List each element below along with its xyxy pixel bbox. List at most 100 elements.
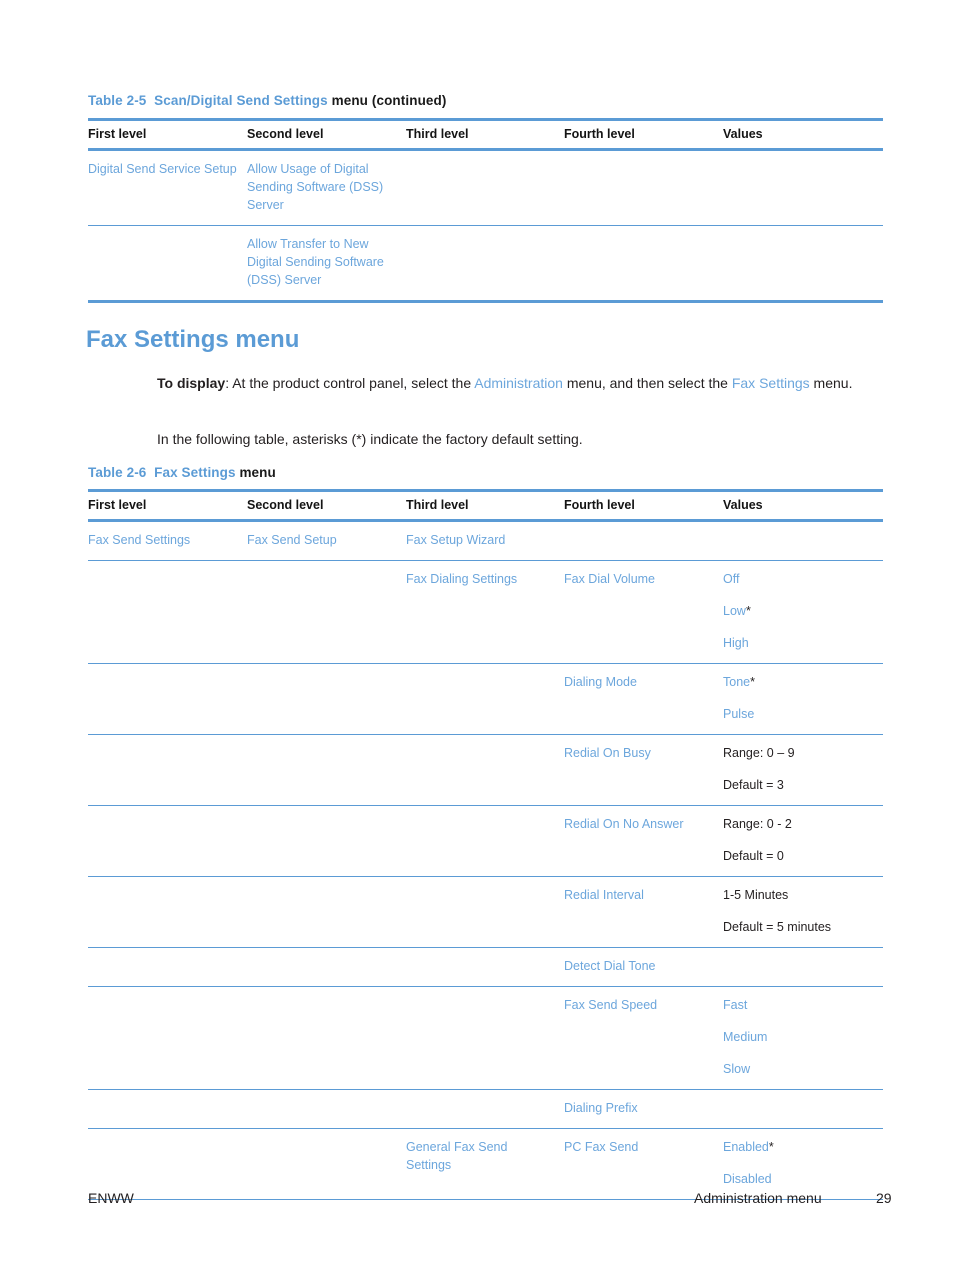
- value-item: Pulse: [723, 707, 755, 721]
- cell-second-level: [247, 1128, 406, 1200]
- cell-first-level: [88, 947, 247, 987]
- value-item: Slow: [723, 1062, 751, 1076]
- page-title: Fax Settings menu: [86, 326, 300, 353]
- fax-settings-table: First level Second level Third level Fou…: [88, 489, 883, 1200]
- to-display-label: To display: [157, 375, 226, 391]
- cell-values: [723, 520, 883, 561]
- to-display-seg3: menu.: [809, 375, 853, 391]
- table-2-5-col-third-level: Third level: [406, 118, 564, 151]
- cell-fourth-level[interactable]: Dialing Prefix: [564, 1089, 723, 1129]
- table-row: Fax Send Settings Fax Send Setup Fax Setup…: [88, 520, 883, 561]
- value-item: Tone*: [723, 675, 755, 689]
- default-asterisk: *: [768, 1140, 774, 1154]
- cell-fourth-level[interactable]: Redial Interval: [564, 876, 723, 948]
- table-2-6-caption-title: Fax Settings: [154, 465, 236, 480]
- administration-menu-link[interactable]: Administration: [474, 375, 563, 391]
- cell-fourth-level: [564, 225, 723, 303]
- cell-values[interactable]: Off Low* High: [723, 560, 883, 664]
- table-row: Allow Transfer to New Digital Sending So…: [88, 225, 883, 303]
- document-page: Table 2-5 Scan/Digital Send Settings men…: [0, 0, 954, 1270]
- cell-values[interactable]: 1-5 Minutes Default = 5 minutes: [723, 876, 883, 948]
- to-display-seg2: menu, and then select the: [562, 375, 732, 391]
- cell-fourth-level[interactable]: Fax Dial Volume: [564, 560, 723, 664]
- cell-third-level: [406, 947, 564, 987]
- table-2-5-col-second-level: Second level: [247, 118, 406, 151]
- table-2-6-caption-suffix: menu: [239, 465, 276, 480]
- footer-enww: ENWW: [88, 1190, 134, 1206]
- cell-third-level: [406, 734, 564, 806]
- cell-third-level[interactable]: Fax Setup Wizard: [406, 520, 564, 561]
- value-item: 1-5 Minutes: [723, 888, 789, 902]
- table-2-6-header-row: First level Second level Third level Fou…: [88, 489, 883, 522]
- table-2-5-caption: Table 2-5 Scan/Digital Send Settings men…: [88, 93, 446, 108]
- table-2-5-caption-prefix: Table 2-5: [88, 93, 147, 108]
- cell-values[interactable]: Tone* Pulse: [723, 663, 883, 735]
- cell-first-level: [88, 1128, 247, 1200]
- cell-values[interactable]: Range: 0 - 2 Default = 0: [723, 805, 883, 877]
- cell-first-level: [88, 876, 247, 948]
- table-2-6-col-third-level: Third level: [406, 489, 564, 522]
- table-row: Detect Dial Tone: [88, 947, 883, 987]
- table-2-6-caption: Table 2-6 Fax Settings menu: [88, 465, 276, 480]
- table-2-6-caption-prefix: Table 2-6: [88, 465, 147, 480]
- cell-third-level[interactable]: General Fax Send Settings: [406, 1128, 564, 1200]
- value-item: Low*: [723, 604, 751, 618]
- value-item: High: [723, 636, 749, 650]
- cell-first-level: [88, 663, 247, 735]
- cell-second-level[interactable]: Fax Send Setup: [247, 520, 406, 561]
- cell-values[interactable]: Fast Medium Slow: [723, 986, 883, 1090]
- table-2-5-col-values: Values: [723, 118, 883, 151]
- footer-page-number: 29: [876, 1190, 892, 1206]
- cell-first-level: [88, 560, 247, 664]
- cell-first-level: [88, 986, 247, 1090]
- cell-fourth-level[interactable]: Dialing Mode: [564, 663, 723, 735]
- table-row: Dialing Mode Tone* Pulse: [88, 663, 883, 735]
- table-row: General Fax Send Settings PC Fax Send Enab…: [88, 1128, 883, 1200]
- cell-second-level: [247, 663, 406, 735]
- cell-third-level: [406, 225, 564, 303]
- cell-first-level: [88, 734, 247, 806]
- value-item: Fast: [723, 998, 748, 1012]
- cell-second-level: [247, 1089, 406, 1129]
- cell-fourth-level[interactable]: PC Fax Send: [564, 1128, 723, 1200]
- cell-third-level: [406, 149, 564, 226]
- cell-second-level: [247, 734, 406, 806]
- cell-fourth-level[interactable]: Redial On Busy: [564, 734, 723, 806]
- cell-second-level: [247, 947, 406, 987]
- value-item: Default = 0: [723, 849, 784, 863]
- cell-fourth-level[interactable]: Fax Send Speed: [564, 986, 723, 1090]
- cell-second-level: [247, 805, 406, 877]
- cell-second-level: [247, 560, 406, 664]
- cell-fourth-level: [564, 149, 723, 226]
- value-item: Default = 3: [723, 778, 784, 792]
- cell-first-level[interactable]: Digital Send Service Setup: [88, 149, 247, 226]
- cell-third-level[interactable]: Fax Dialing Settings: [406, 560, 564, 664]
- cell-first-level: [88, 805, 247, 877]
- cell-values[interactable]: Enabled* Disabled: [723, 1128, 883, 1200]
- table-2-5-col-fourth-level: Fourth level: [564, 118, 723, 151]
- value-item: Disabled: [723, 1172, 772, 1186]
- cell-values: [723, 1089, 883, 1129]
- cell-values[interactable]: Range: 0 – 9 Default = 3: [723, 734, 883, 806]
- cell-second-level[interactable]: Allow Transfer to New Digital Sending So…: [247, 225, 406, 303]
- table-row: Fax Dialing Settings Fax Dial Volume Off Lo…: [88, 560, 883, 664]
- cell-third-level: [406, 986, 564, 1090]
- table-2-5-caption-suffix: menu (continued): [331, 93, 447, 108]
- cell-first-level[interactable]: Fax Send Settings: [88, 520, 247, 561]
- cell-third-level: [406, 876, 564, 948]
- fax-settings-menu-link[interactable]: Fax Settings: [732, 375, 810, 391]
- cell-second-level[interactable]: Allow Usage of Digital Sending Software …: [247, 149, 406, 226]
- table-2-6-body: Fax Send Settings Fax Send Setup Fax Setup…: [88, 520, 883, 1200]
- to-display-paragraph: To display: At the product control panel…: [157, 372, 887, 394]
- table-row: Fax Send Speed Fast Medium Slow: [88, 986, 883, 1090]
- value-item: Range: 0 – 9: [723, 746, 795, 760]
- default-asterisk: *: [745, 604, 751, 618]
- table-2-5-header-row: First level Second level Third level Fou…: [88, 118, 883, 151]
- table-2-6-col-fourth-level: Fourth level: [564, 489, 723, 522]
- table-row: Digital Send Service Setup Allow Usage of…: [88, 149, 883, 226]
- cell-fourth-level[interactable]: Detect Dial Tone: [564, 947, 723, 987]
- table-2-5-caption-title: Scan/Digital Send Settings: [154, 93, 328, 108]
- scan-digital-send-settings-table: First level Second level Third level Fou…: [88, 118, 883, 303]
- table-row: Redial On Busy Range: 0 – 9 Default = 3: [88, 734, 883, 806]
- cell-fourth-level[interactable]: Redial On No Answer: [564, 805, 723, 877]
